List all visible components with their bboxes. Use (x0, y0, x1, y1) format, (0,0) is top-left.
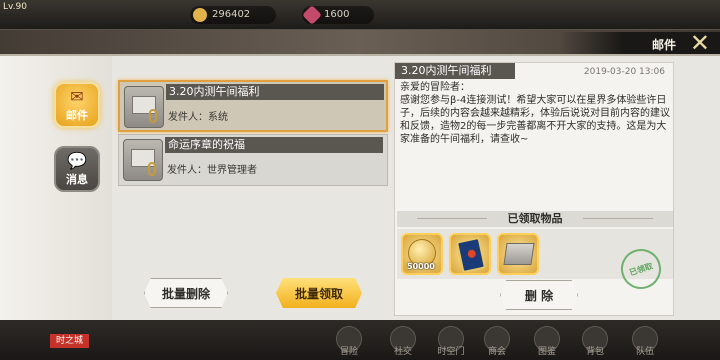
attachment-clip-icon (149, 109, 157, 123)
mail-sender: 发件人：系统 (168, 112, 228, 123)
attachments-header: 已领取物品 (397, 211, 673, 227)
tab-messages-label: 消息 (66, 172, 88, 186)
detail-title: 3.20内测午间福利 (395, 63, 515, 79)
top-resource-bar: Lv.90 296402 1600 (0, 0, 720, 30)
nav-label: 时空门 (437, 347, 465, 357)
tab-column: ✉ 邮件 💬 消息 (0, 56, 112, 322)
detail-greeting: 亲爱的冒险者： (400, 82, 470, 93)
attachment-gold[interactable]: 50000 (401, 233, 443, 275)
gem-icon (302, 5, 322, 25)
nav-label: 队伍 (635, 347, 654, 357)
tab-messages[interactable]: 💬 消息 (54, 146, 100, 192)
mail-detail: 3.20内测午间福利 2019-03-20 13:06 亲爱的冒险者： 感谢您参… (394, 62, 674, 316)
mail-thumb (124, 86, 164, 128)
attachment-card[interactable] (449, 233, 491, 275)
close-icon[interactable]: ✕ (690, 30, 710, 56)
tab-mail[interactable]: ✉ 邮件 (54, 82, 100, 128)
nav-label: 商会 (487, 347, 506, 357)
gold-coin-icon (193, 8, 207, 22)
chat-bubble-icon: 💬 (67, 150, 87, 170)
nav-label: 背包 (585, 347, 604, 357)
gold-amount: 296402 (212, 9, 251, 20)
attachment-qty: 50000 (407, 262, 435, 271)
card-pack-icon (455, 236, 487, 274)
window-title: 邮件 (651, 38, 676, 52)
batch-delete-button[interactable]: 批量删除 (144, 278, 228, 308)
nav-label: 社交 (393, 347, 412, 357)
tab-mail-label: 邮件 (66, 108, 88, 122)
mail-panel: ✉ 邮件 💬 消息 3.20内测午间福利 发件人：系统 命运序章的祝福 发件人：… (0, 54, 720, 322)
gold-counter[interactable]: 296402 (190, 6, 276, 24)
mail-sender: 发件人：世界管理者 (167, 165, 257, 176)
mail-item-1[interactable]: 3.20内测午间福利 发件人：系统 (118, 80, 388, 132)
detail-body: 感谢您参与β-4连接测试！希望大家可以在星界多体验些许日子，后续的内容会越来越精… (400, 95, 670, 145)
batch-claim-button[interactable]: 批量领取 (276, 278, 362, 308)
delete-button[interactable]: 删 除 (500, 280, 578, 310)
mail-thumb (123, 139, 163, 181)
nav-label: 冒险 (339, 347, 358, 357)
attachment-clip-icon (148, 162, 156, 176)
material-crate-icon (503, 243, 535, 265)
location-tag[interactable]: 时之城 (50, 334, 90, 348)
player-level: Lv.90 (3, 2, 27, 12)
mail-item-2[interactable]: 命运序章的祝福 发件人：世界管理者 (118, 134, 388, 186)
attachment-crate[interactable] (497, 233, 539, 275)
mail-subject: 3.20内测午间福利 (166, 84, 384, 100)
nav-label: 图鉴 (537, 347, 556, 357)
mail-icon: ✉ (70, 86, 84, 106)
mail-subject: 命运序章的祝福 (165, 137, 383, 153)
gem-counter[interactable]: 1600 (302, 5, 374, 25)
gem-amount: 1600 (324, 9, 350, 20)
detail-date: 2019-03-20 13:06 (583, 67, 665, 77)
